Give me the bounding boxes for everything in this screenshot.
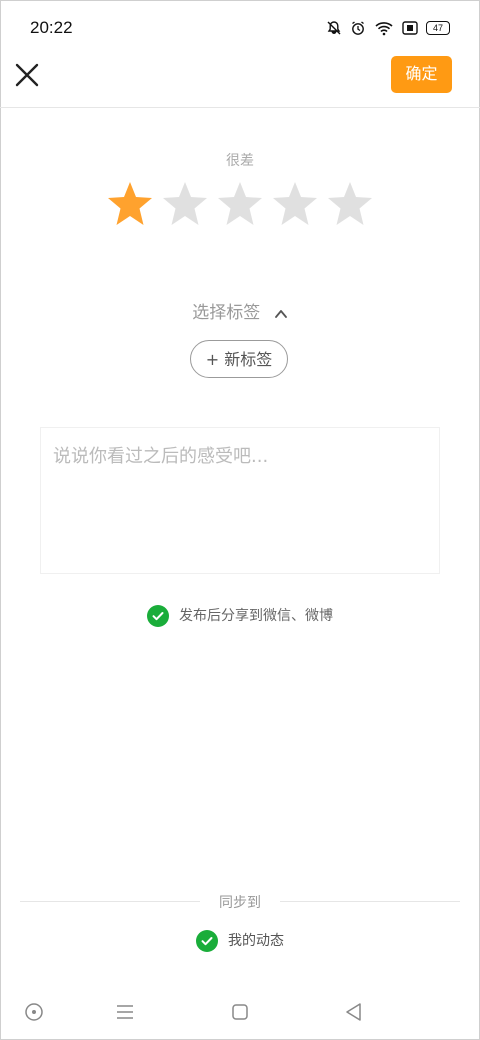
star-icon[interactable] xyxy=(270,180,320,228)
battery-icon: 47 xyxy=(426,21,450,35)
sync-label: 同步到 xyxy=(219,895,261,911)
share-label: 发布后分享到微信、微博 xyxy=(179,608,333,624)
close-icon[interactable] xyxy=(14,62,40,88)
alarm-icon xyxy=(350,20,366,36)
sync-target-label: 我的动态 xyxy=(228,933,284,949)
star-rating[interactable] xyxy=(105,180,375,230)
star-icon[interactable] xyxy=(160,180,210,228)
confirm-button[interactable]: 确定 xyxy=(391,56,452,93)
select-tag-toggle[interactable]: 选择标签 xyxy=(0,298,480,323)
sync-target-option[interactable]: 我的动态 xyxy=(0,930,480,952)
rating-label: 很差 xyxy=(226,153,254,169)
back-icon[interactable] xyxy=(342,1000,366,1024)
assistant-icon[interactable] xyxy=(22,1000,46,1024)
wifi-icon xyxy=(374,20,394,36)
sim-icon xyxy=(402,21,418,35)
home-icon[interactable] xyxy=(228,1000,252,1024)
star-icon[interactable] xyxy=(105,180,155,228)
star-icon[interactable] xyxy=(215,180,265,228)
system-nav-bar xyxy=(0,990,480,1030)
top-bar: 确定 xyxy=(0,52,480,108)
chevron-up-icon xyxy=(274,306,288,320)
menu-icon[interactable] xyxy=(113,1000,137,1024)
select-tag-label: 选择标签 xyxy=(192,303,261,323)
check-circle-icon xyxy=(196,930,218,952)
new-tag-button[interactable]: + 新标签 xyxy=(190,340,288,378)
star-icon[interactable] xyxy=(325,180,375,228)
comment-input[interactable]: 说说你看过之后的感受吧... xyxy=(40,427,440,574)
check-circle-icon xyxy=(147,605,169,627)
status-bar: 20:22 47 xyxy=(0,0,480,58)
status-icons: 47 xyxy=(326,20,450,36)
mute-bell-icon xyxy=(326,20,342,36)
share-option[interactable]: 发布后分享到微信、微博 xyxy=(0,605,480,627)
status-time: 20:22 xyxy=(30,18,73,37)
